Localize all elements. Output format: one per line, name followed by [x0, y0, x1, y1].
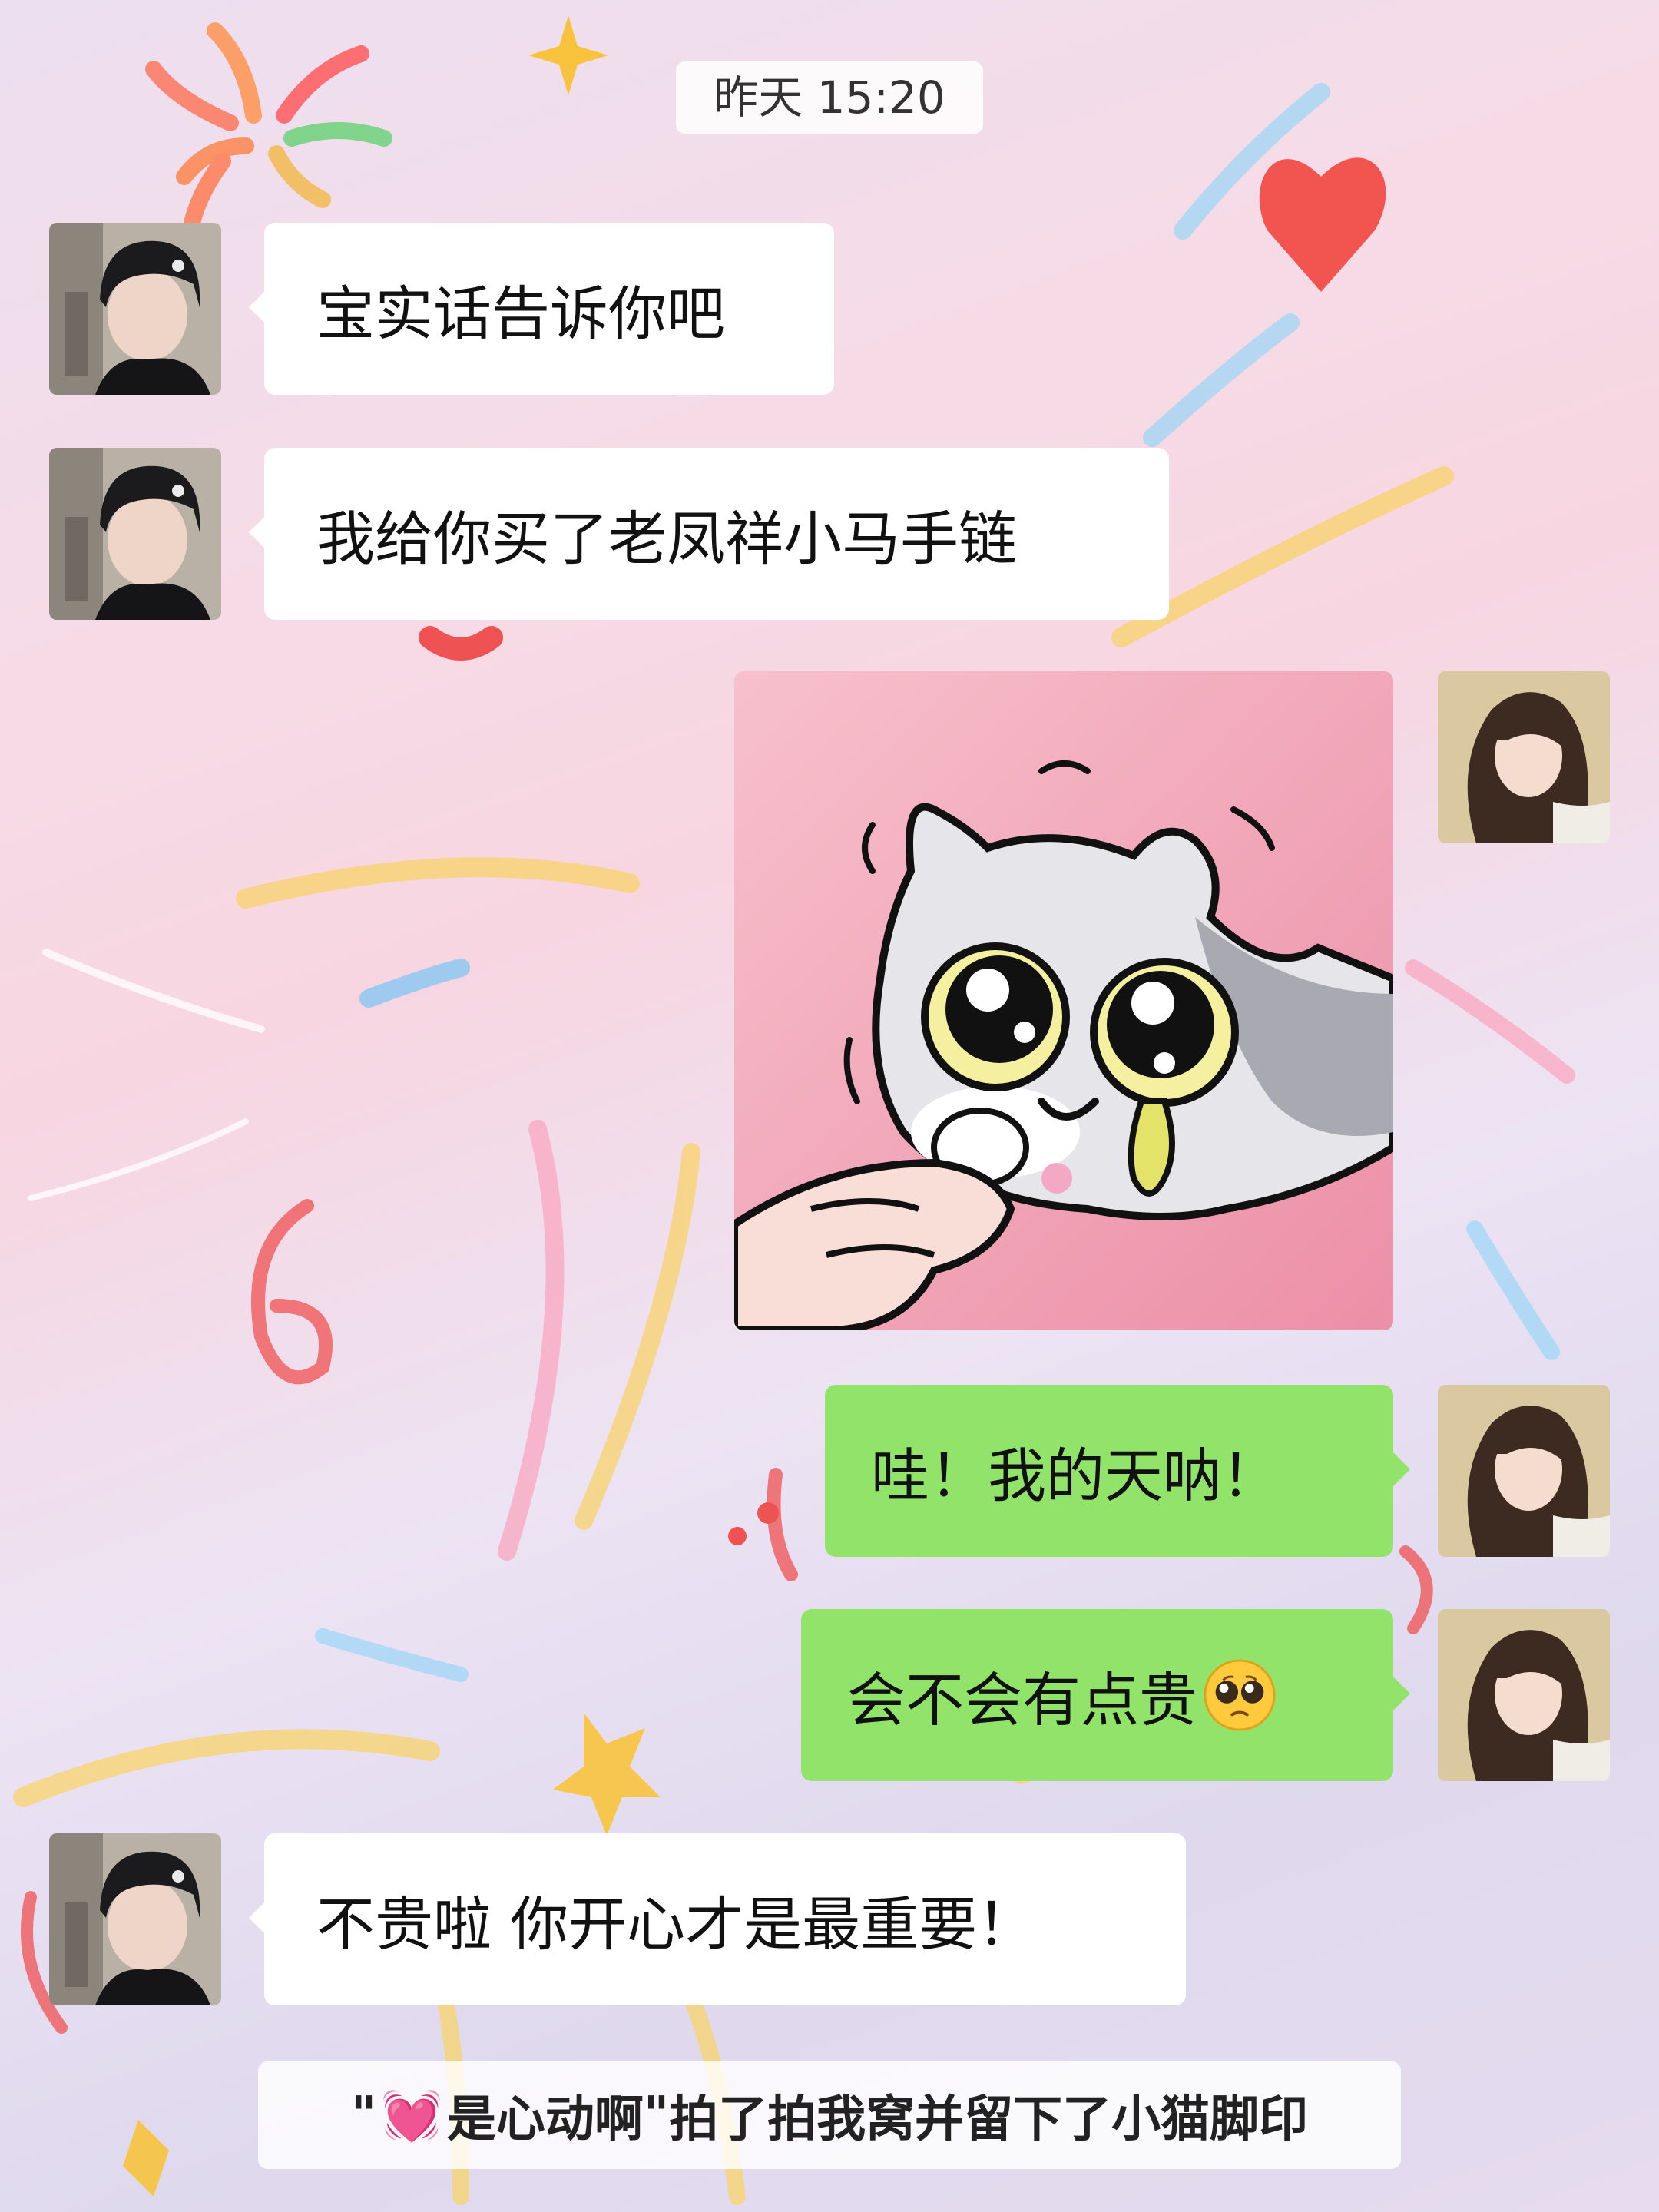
crying-cat-sticker-image — [734, 671, 1393, 1330]
pat-action-text: 拍了拍我窝并留下了小猫脚印 — [669, 2091, 1309, 2148]
chat-bubble-incoming[interactable]: 宝实话告诉你吧 — [249, 223, 834, 395]
heart-icon: 💓 — [381, 2087, 442, 2144]
pat-quote-open: " — [350, 2087, 377, 2144]
female-avatar-icon — [1438, 1385, 1610, 1557]
my-avatar[interactable] — [1438, 671, 1610, 843]
male-avatar-icon — [49, 1833, 221, 2005]
my-avatar[interactable] — [1438, 1609, 1610, 1781]
pat-notice: " 💓 是心动啊 " 拍了拍我窝并留下了小猫脚印 — [258, 2061, 1401, 2169]
message-timestamp: 昨天 15:20 — [676, 61, 983, 134]
crying-cat-sticker[interactable] — [734, 671, 1393, 1330]
message-text: 宝实话告诉你吧 — [316, 280, 725, 348]
message-text: 不贵啦 你开心才是最重要！ — [316, 1890, 1036, 1959]
chat-bubble-outgoing[interactable]: 会不会有点贵 — [801, 1609, 1410, 1781]
message-text: 我给你买了老凤祥小马手链 — [316, 505, 1017, 573]
pleading-face-emoji — [1204, 1659, 1276, 1731]
pat-sender-name[interactable]: 是心动啊 — [447, 2080, 644, 2151]
contact-avatar[interactable] — [49, 448, 221, 620]
male-avatar-icon — [49, 448, 221, 620]
male-avatar-icon — [49, 223, 221, 395]
female-avatar-icon — [1438, 1609, 1610, 1781]
female-avatar-icon — [1438, 671, 1610, 843]
message-text: 哇！我的天呐！ — [871, 1442, 1280, 1510]
chat-bubble-incoming[interactable]: 不贵啦 你开心才是最重要！ — [249, 1833, 1186, 2005]
contact-avatar[interactable] — [49, 223, 221, 395]
pat-quote-close: " — [643, 2087, 670, 2144]
my-avatar[interactable] — [1438, 1385, 1610, 1557]
message-text: 会不会有点贵 — [847, 1666, 1197, 1734]
chat-bubble-outgoing[interactable]: 哇！我的天呐！ — [825, 1385, 1410, 1557]
contact-avatar[interactable] — [49, 1833, 221, 2005]
chat-bubble-incoming[interactable]: 我给你买了老凤祥小马手链 — [249, 448, 1169, 620]
